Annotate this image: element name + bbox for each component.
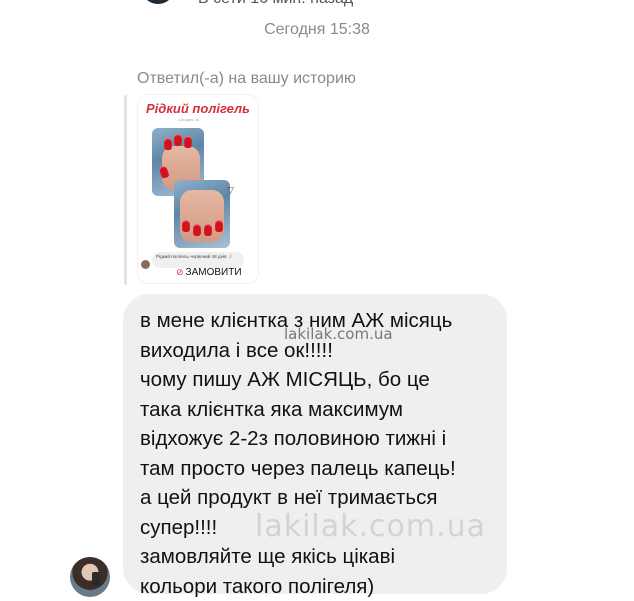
contact-avatar[interactable] (143, 0, 173, 4)
story-reply-label: Ответил(-а) на вашу историю (137, 70, 356, 88)
message-line: в мене клієнтка з ним АЖ місяць (140, 306, 520, 336)
message-line: чому пишу АЖ МІСЯЦЬ, бо це (140, 365, 520, 395)
story-preview[interactable]: Рідкий полігель Сегодня 16 ▽ Рідкий полі… (138, 95, 258, 283)
message-line: там просто через палець капець! (140, 454, 520, 484)
message-line: така клієнтка яка максимум (140, 395, 520, 425)
heart-icon[interactable]: ▽ (227, 185, 234, 196)
message-line: замовляйте ще якісь цікаві (140, 542, 520, 572)
story-photo-nails-2 (174, 180, 230, 248)
message-line: кольори такого полігеля) (140, 572, 520, 601)
message-line: виходила і все ок!!!!! (140, 336, 520, 366)
message-line: а цей продукт в неї тримається (140, 483, 520, 513)
link-icon: ⊘ (176, 267, 184, 278)
sender-avatar[interactable] (70, 557, 110, 597)
phone-icon (92, 572, 100, 585)
contact-status: В сети 16 мин. назад (198, 0, 353, 8)
message-timestamp: Сегодня 15:38 (0, 21, 634, 39)
story-title: Рідкий полігель (146, 101, 250, 116)
message-text: в мене клієнтка з ним АЖ місяць виходила… (140, 306, 520, 601)
caption-avatar (141, 260, 150, 269)
message-line: відхожує 2-2з половиною тижні і (140, 424, 520, 454)
order-button-label: ЗАМОВИТИ (186, 267, 242, 278)
reply-indicator-line (124, 95, 127, 285)
story-subtitle: Сегодня 16 (178, 117, 199, 122)
order-button[interactable]: ⊘ ЗАМОВИТИ (176, 265, 242, 279)
message-line: супер!!!! (140, 513, 520, 543)
